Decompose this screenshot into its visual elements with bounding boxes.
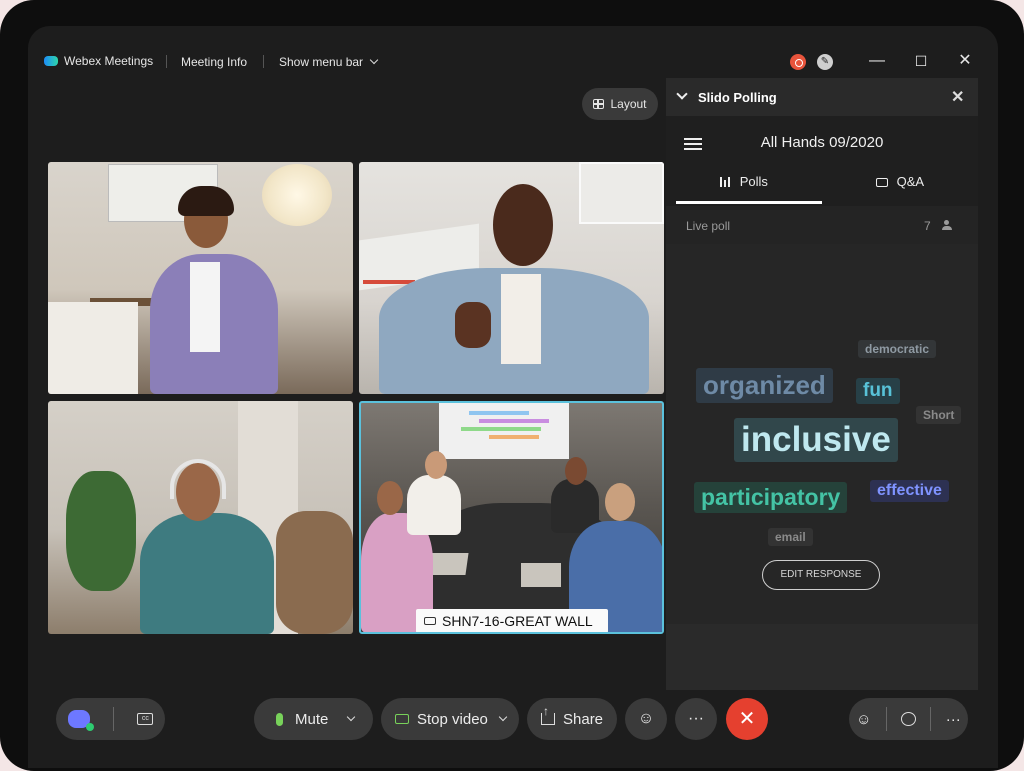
room-device-icon bbox=[424, 617, 436, 625]
panel-title: Slido Polling bbox=[698, 90, 777, 105]
share-button[interactable]: Share bbox=[527, 698, 617, 740]
word-cloud-item: Short bbox=[916, 406, 962, 424]
participants-icon bbox=[942, 220, 952, 230]
microphone-icon bbox=[276, 712, 283, 726]
layout-button[interactable]: Layout bbox=[582, 88, 658, 120]
tab-polls-label: Polls bbox=[739, 174, 768, 189]
meeting-window: Webex Meetings Meeting Info Show menu ba… bbox=[28, 26, 998, 768]
laptop bbox=[429, 553, 469, 575]
chat-bubbles-icon bbox=[875, 178, 888, 187]
more-options-button[interactable]: ··· bbox=[675, 698, 717, 740]
word-cloud-item: participatory bbox=[694, 482, 848, 513]
participants-panel-icon[interactable]: ☺ bbox=[856, 711, 871, 728]
maximize-button[interactable]: ☐ bbox=[910, 50, 932, 72]
live-poll-label: Live poll bbox=[686, 219, 731, 233]
minimize-button[interactable]: — bbox=[866, 50, 888, 72]
close-panel-button[interactable]: ✕ bbox=[951, 87, 964, 107]
chevron-down-icon[interactable] bbox=[498, 712, 508, 722]
layout-grid-icon bbox=[593, 99, 605, 109]
webex-logo-icon bbox=[44, 56, 58, 66]
share-label: Share bbox=[563, 710, 604, 728]
app-title: Webex Meetings bbox=[44, 54, 153, 68]
chevron-down-icon bbox=[369, 55, 379, 65]
room-display bbox=[439, 403, 569, 459]
divider bbox=[930, 707, 932, 731]
tab-qa[interactable]: Q&A bbox=[822, 174, 978, 189]
word-cloud-item: democratic bbox=[858, 340, 937, 358]
slido-panel: Slido Polling ✕ All Hands 09/2020 Polls … bbox=[666, 78, 978, 690]
stop-video-label: Stop video bbox=[417, 710, 488, 728]
video-tile-2[interactable] bbox=[359, 162, 664, 394]
app-name: Webex Meetings bbox=[64, 54, 154, 68]
layout-label: Layout bbox=[610, 97, 647, 111]
device-frame: Webex Meetings Meeting Info Show menu ba… bbox=[0, 0, 1024, 771]
mute-button[interactable]: Mute bbox=[254, 698, 373, 740]
chat-icon[interactable] bbox=[901, 712, 917, 726]
word-cloud-item: organized bbox=[696, 368, 833, 403]
divider bbox=[166, 55, 167, 68]
meeting-info-menu[interactable]: Meeting Info bbox=[181, 55, 247, 69]
video-tile-room[interactable]: SHN7-16-GREAT WALL bbox=[359, 401, 664, 634]
tab-qa-label: Q&A bbox=[896, 174, 925, 189]
pendant-lamp bbox=[262, 164, 332, 226]
slido-header: All Hands 09/2020 Polls Q&A bbox=[666, 116, 978, 206]
participant-count: 7 bbox=[924, 219, 931, 233]
word-cloud-item: fun bbox=[856, 378, 900, 404]
recording-icon[interactable] bbox=[790, 54, 806, 70]
video-camera-icon bbox=[395, 714, 409, 724]
mute-label: Mute bbox=[295, 710, 329, 728]
assistant-captions-group: cc bbox=[56, 698, 165, 740]
tab-polls[interactable]: Polls bbox=[666, 174, 822, 189]
live-poll-bar: Live poll 7 bbox=[666, 206, 978, 244]
webex-assistant-icon[interactable] bbox=[67, 710, 94, 731]
bed bbox=[48, 302, 138, 394]
reactions-button[interactable]: ☺ bbox=[625, 698, 667, 740]
more-panels-button[interactable]: ··· bbox=[946, 711, 961, 728]
tools-icon[interactable]: ✎ bbox=[817, 54, 833, 70]
word-cloud-item: email bbox=[768, 528, 813, 546]
panel-header: Slido Polling ✕ bbox=[666, 78, 978, 116]
closed-captions-icon[interactable]: cc bbox=[137, 713, 154, 725]
armchair bbox=[276, 511, 353, 634]
event-name: All Hands 09/2020 bbox=[760, 134, 884, 151]
active-tab-indicator bbox=[676, 201, 822, 204]
laptop bbox=[521, 563, 561, 587]
video-tile-3[interactable] bbox=[48, 401, 353, 634]
end-meeting-button[interactable]: ✕ bbox=[726, 698, 768, 740]
bar-chart-icon bbox=[720, 177, 731, 187]
word-cloud: democratic organized fun Short inclusive… bbox=[666, 244, 978, 624]
video-tile-1[interactable] bbox=[48, 162, 353, 394]
divider bbox=[263, 55, 264, 68]
room-name: SHN7-16-GREAT WALL bbox=[442, 613, 593, 629]
thumbs-up-hand bbox=[455, 302, 491, 348]
chevron-down-icon[interactable] bbox=[347, 712, 356, 722]
plant bbox=[66, 471, 136, 591]
stop-video-button[interactable]: Stop video bbox=[381, 698, 519, 740]
show-menu-bar-button[interactable]: Show menu bar bbox=[279, 55, 379, 69]
word-cloud-item: effective bbox=[870, 480, 949, 502]
smiley-icon: ☺ bbox=[637, 710, 655, 727]
divider bbox=[112, 707, 114, 731]
share-icon bbox=[541, 704, 555, 725]
room-name-tag: SHN7-16-GREAT WALL bbox=[416, 609, 608, 632]
divider bbox=[885, 707, 887, 731]
panels-group: ☺ ··· bbox=[849, 698, 968, 740]
show-menu-bar-label: Show menu bar bbox=[279, 55, 364, 69]
collapse-chevron-icon[interactable] bbox=[676, 88, 688, 100]
close-window-button[interactable]: ✕ bbox=[954, 50, 976, 72]
headphones bbox=[170, 459, 226, 499]
word-cloud-item: inclusive bbox=[734, 418, 898, 462]
edit-response-button[interactable]: EDIT RESPONSE bbox=[762, 560, 880, 590]
wall-frame bbox=[579, 162, 664, 224]
